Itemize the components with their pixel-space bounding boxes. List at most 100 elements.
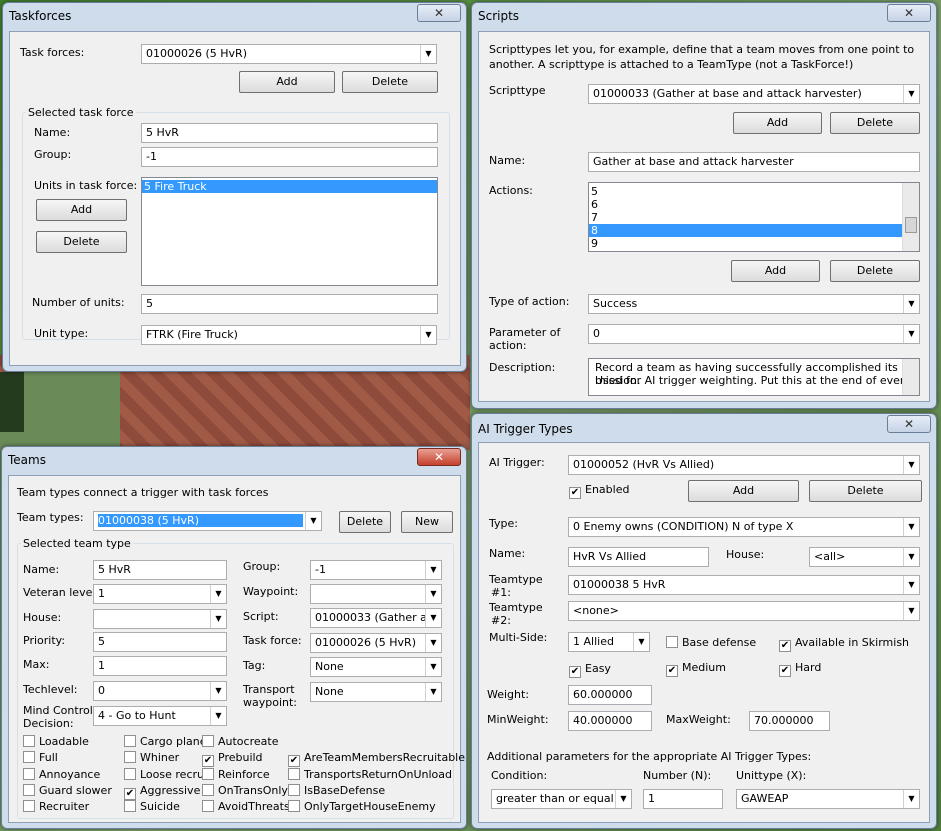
unit-type-dropdown[interactable]: FTRK (Fire Truck) ▼: [141, 325, 437, 345]
waypoint-dropdown[interactable]: ▼: [310, 584, 442, 604]
team-flag-checkbox[interactable]: Loadable: [23, 735, 89, 748]
maxweight-field[interactable]: 70.000000: [749, 711, 830, 731]
close-icon[interactable]: ✕: [887, 415, 931, 433]
team-flag-checkbox[interactable]: AvoidThreats: [202, 800, 290, 813]
unittype-dropdown[interactable]: GAWEAP ▼: [736, 789, 920, 809]
number-of-units-field[interactable]: 5: [141, 294, 438, 314]
delete-action-button[interactable]: Delete: [830, 260, 920, 282]
delete-taskforce-button[interactable]: Delete: [342, 71, 438, 93]
script-name-field[interactable]: Gather at base and attack harvester: [588, 152, 920, 172]
team-flag-checkbox[interactable]: Annoyance: [23, 768, 100, 781]
team-flag-checkbox[interactable]: Full: [23, 751, 58, 764]
techlevel-dropdown[interactable]: 0 ▼: [93, 681, 227, 701]
parameter-dropdown[interactable]: 0 ▼: [588, 324, 920, 344]
close-icon[interactable]: ✕: [887, 4, 931, 22]
taskforces-titlebar[interactable]: Taskforces ✕: [3, 3, 466, 31]
teams-titlebar[interactable]: Teams ✕: [2, 447, 466, 475]
delete-unit-button[interactable]: Delete: [36, 231, 127, 253]
name-field[interactable]: 5 HvR: [141, 123, 438, 143]
team-flag-checkbox[interactable]: Suicide: [124, 800, 180, 813]
team-flag-checkbox[interactable]: Autocreate: [202, 735, 278, 748]
scroll-thumb[interactable]: [905, 217, 917, 233]
techlevel-label: Techlevel:: [23, 683, 78, 696]
team-flag-checkbox[interactable]: OnlyTargetHouseEnemy: [288, 800, 436, 813]
team-flag-checkbox[interactable]: TransportsReturnOnUnload: [288, 768, 452, 781]
close-icon[interactable]: ✕: [417, 448, 461, 466]
hard-checkbox[interactable]: ✔ Hard: [779, 661, 821, 677]
description-scrollbar[interactable]: [902, 359, 919, 395]
add-taskforce-button[interactable]: Add: [239, 71, 335, 93]
list-item[interactable]: 5 Fire Truck: [142, 180, 437, 193]
team-flag-checkbox[interactable]: ✔ Prebuild: [202, 751, 263, 767]
enabled-checkbox[interactable]: ✔ Enabled: [569, 483, 629, 499]
task-forces-dropdown[interactable]: 01000026 (5 HvR) ▼: [141, 44, 437, 64]
team-flag-label: OnlyTargetHouseEnemy: [304, 800, 436, 813]
close-icon[interactable]: ✕: [417, 4, 461, 22]
team-types-dropdown[interactable]: 01000038 (5 HvR) ▼: [93, 511, 322, 531]
add-trigger-button[interactable]: Add: [688, 480, 799, 502]
ai-trigger-dropdown[interactable]: 01000052 (HvR Vs Allied) ▼: [568, 455, 920, 475]
veteran-dropdown[interactable]: 1 ▼: [93, 584, 227, 604]
delete-trigger-button[interactable]: Delete: [809, 480, 922, 502]
list-item[interactable]: 7: [589, 211, 919, 224]
team-flag-checkbox[interactable]: Reinforce: [202, 768, 270, 781]
add-unit-button[interactable]: Add: [36, 199, 127, 221]
actions-scrollbar[interactable]: [902, 183, 919, 251]
task-force-dropdown[interactable]: 01000026 (5 HvR) ▼: [310, 633, 442, 653]
transport-dropdown[interactable]: None ▼: [310, 682, 442, 702]
ai-trigger-titlebar[interactable]: AI Trigger Types ✕: [472, 414, 936, 442]
add-script-button[interactable]: Add: [733, 112, 822, 134]
add-action-button[interactable]: Add: [731, 260, 820, 282]
team-flag-checkbox[interactable]: Loose recruit: [124, 768, 211, 781]
medium-checkbox[interactable]: ✔ Medium: [666, 661, 726, 677]
house-dropdown[interactable]: ▼: [93, 609, 227, 629]
type-of-action-dropdown[interactable]: Success ▼: [588, 294, 920, 314]
team-flag-checkbox[interactable]: OnTransOnly: [202, 784, 288, 797]
team-flag-checkbox[interactable]: Recruiter: [23, 800, 89, 813]
team-flag-checkbox[interactable]: Guard slower: [23, 784, 112, 797]
trigger-name-field[interactable]: HvR Vs Allied: [568, 547, 709, 567]
team-flag-checkbox[interactable]: ✔ AreTeamMembersRecruitable: [288, 751, 465, 767]
team-flag-checkbox[interactable]: IsBaseDefense: [288, 784, 385, 797]
list-item[interactable]: 6: [589, 198, 919, 211]
checkbox-icon: [124, 751, 136, 763]
team-flag-checkbox[interactable]: ✔ Aggressive: [124, 784, 200, 800]
list-item[interactable]: 8: [589, 224, 902, 237]
list-item[interactable]: 9: [589, 237, 919, 250]
script-dropdown[interactable]: 01000033 (Gather at b ▼: [310, 608, 442, 628]
new-team-button[interactable]: New: [401, 511, 453, 533]
units-list[interactable]: 5 Fire Truck: [141, 177, 438, 286]
skirmish-checkbox[interactable]: ✔ Available in Skirmish: [779, 636, 909, 652]
delete-script-button[interactable]: Delete: [830, 112, 920, 134]
base-defense-checkbox[interactable]: Base defense: [666, 636, 756, 649]
description-box[interactable]: Record a team as having successfully acc…: [588, 358, 920, 396]
scripttype-dropdown[interactable]: 01000033 (Gather at base and attack harv…: [588, 84, 920, 104]
ai-trigger-client: AI Trigger: 01000052 (HvR Vs Allied) ▼ ✔ E…: [478, 442, 930, 823]
scripts-titlebar[interactable]: Scripts ✕: [472, 3, 936, 31]
max-field[interactable]: 1: [93, 656, 227, 676]
teamtype1-dropdown[interactable]: 01000038 5 HvR ▼: [568, 575, 920, 595]
type-dropdown[interactable]: 0 Enemy owns (CONDITION) N of type X ▼: [568, 517, 920, 537]
team-flag-checkbox[interactable]: Whiner: [124, 751, 179, 764]
list-item[interactable]: 5: [589, 185, 919, 198]
priority-field[interactable]: 5: [93, 632, 227, 652]
group-field-label: Group:: [243, 560, 281, 573]
condition-dropdown[interactable]: greater than or equal to ▼: [491, 789, 632, 809]
group-dropdown[interactable]: -1 ▼: [310, 560, 442, 580]
team-flag-checkbox[interactable]: Cargo plane: [124, 735, 206, 748]
minweight-field[interactable]: 40.000000: [568, 711, 652, 731]
group-field[interactable]: -1: [141, 147, 438, 167]
house-dropdown[interactable]: <all> ▼: [809, 547, 920, 567]
hard-label: Hard: [795, 661, 822, 674]
tag-dropdown[interactable]: None ▼: [310, 657, 442, 677]
easy-checkbox[interactable]: ✔ Easy: [569, 662, 611, 678]
teamtype2-dropdown[interactable]: <none> ▼: [568, 601, 920, 621]
multi-side-dropdown[interactable]: 1 Allied ▼: [568, 632, 650, 652]
number-field[interactable]: 1: [643, 789, 723, 809]
actions-list[interactable]: 5 6 7 8 9: [588, 182, 920, 252]
delete-team-button[interactable]: Delete: [339, 511, 391, 533]
weight-field[interactable]: 60.000000: [568, 685, 652, 705]
team-name-field[interactable]: 5 HvR: [93, 560, 227, 580]
mind-control-dropdown[interactable]: 4 - Go to Hunt ▼: [93, 706, 227, 726]
chevron-down-icon: ▼: [903, 85, 919, 103]
